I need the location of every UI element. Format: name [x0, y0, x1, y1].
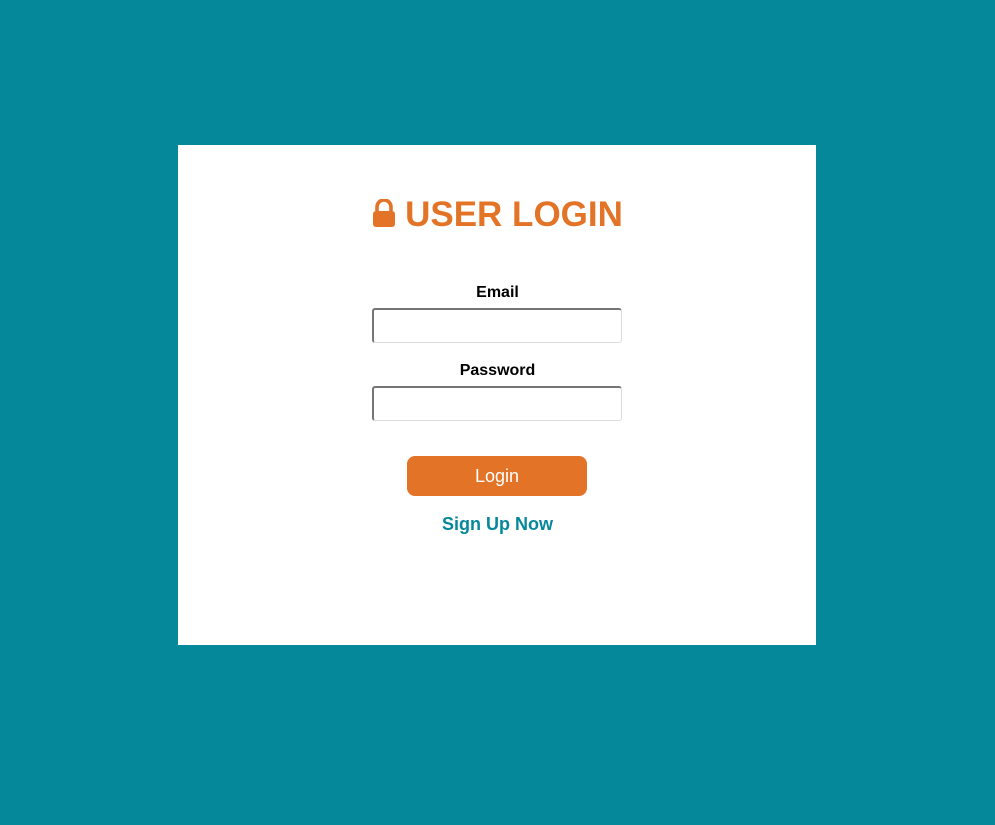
title-text: USER LOGIN — [405, 195, 623, 234]
password-label: Password — [459, 362, 536, 379]
password-field[interactable] — [372, 386, 622, 421]
lock-icon — [372, 199, 396, 227]
email-label: Email — [476, 284, 519, 301]
signup-link-container: Sign Up Now — [0, 513, 995, 535]
email-field[interactable] — [372, 308, 622, 343]
signup-link[interactable]: Sign Up Now — [442, 514, 553, 534]
login-button[interactable]: Login — [407, 456, 587, 496]
page-background: { "login_form": { "title": "USER LOGIN",… — [0, 0, 995, 825]
page-title: USER LOGIN — [0, 193, 995, 240]
